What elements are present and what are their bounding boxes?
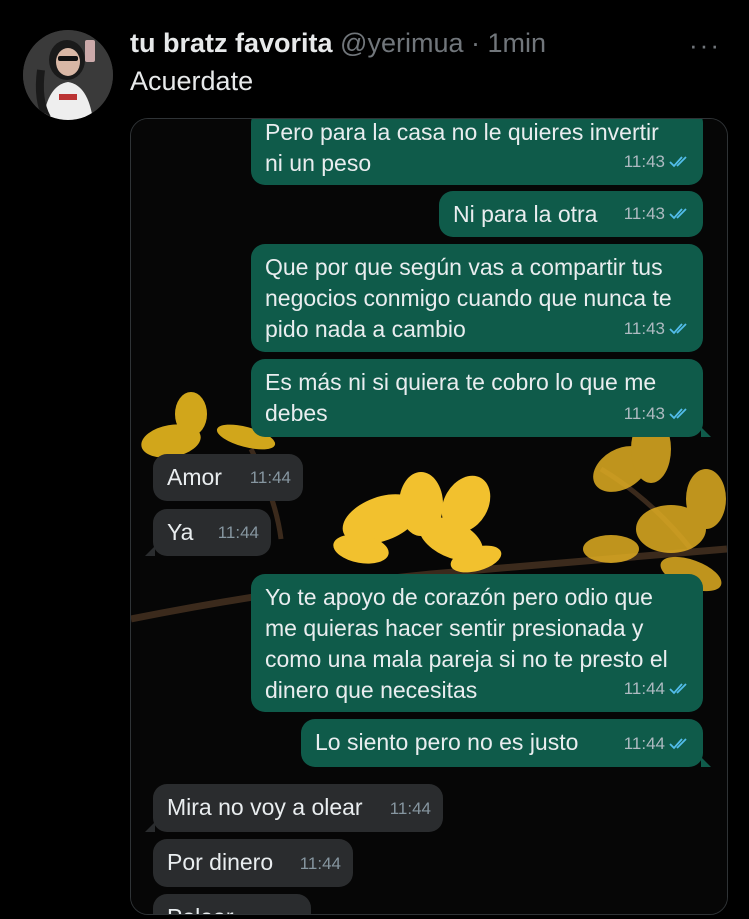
double-check-icon bbox=[669, 208, 687, 220]
bubble-tail bbox=[145, 822, 155, 832]
message-line: Pero para la casa no le quieres invertir bbox=[265, 119, 659, 145]
message-text: Yo te apoyo de corazón pero odio que me q… bbox=[265, 582, 668, 706]
message-line: me quieras hacer sentir presionada y bbox=[265, 615, 644, 641]
message-text: Que por que según vas a compartir tus neg… bbox=[265, 252, 672, 345]
double-check-icon bbox=[669, 738, 687, 750]
message-time: 11:44 bbox=[217, 523, 259, 542]
user-handle[interactable]: @yerimua bbox=[340, 28, 463, 58]
tweet-media-screenshot[interactable]: Pero para la casa no le quieres invertir… bbox=[130, 118, 728, 915]
message-meta: 11:44 bbox=[218, 517, 259, 548]
message-meta: 11:43 bbox=[624, 398, 691, 429]
outgoing-message-bubble[interactable]: Pero para la casa no le quieres invertir… bbox=[251, 119, 703, 185]
message-meta: 11:44 bbox=[300, 848, 341, 879]
avatar[interactable] bbox=[23, 30, 113, 120]
display-name[interactable]: tu bratz favorita bbox=[130, 28, 333, 58]
message-line: debes bbox=[265, 400, 328, 426]
message-meta: 11:43 bbox=[624, 198, 691, 229]
message-line: Mira no voy a olear bbox=[167, 794, 363, 820]
message-line: dinero que necesitas bbox=[265, 677, 478, 703]
incoming-message-bubble[interactable]: Amor 11:44 bbox=[153, 454, 303, 501]
message-text: Pero para la casa no le quieres invertir… bbox=[265, 119, 659, 179]
message-time: 11:43 bbox=[623, 204, 665, 223]
message-text: Es más ni si quiera te cobro lo que me de… bbox=[265, 367, 656, 429]
outgoing-message-bubble[interactable]: Lo siento pero no es justo 11:44 bbox=[301, 719, 711, 767]
message-line: Por dinero bbox=[167, 849, 274, 875]
message-line: Amor bbox=[167, 464, 222, 490]
message-time: 11:43 bbox=[623, 152, 665, 171]
message-text: Por dinero bbox=[167, 847, 273, 878]
incoming-message-bubble[interactable]: Ya 11:44 bbox=[145, 509, 271, 556]
double-check-icon bbox=[669, 323, 687, 335]
tweet-header: tu bratz favorita @yerimua · 1min bbox=[130, 28, 546, 59]
double-check-icon bbox=[669, 683, 687, 695]
message-meta: 11:44 bbox=[624, 673, 691, 704]
outgoing-message-bubble[interactable]: Ni para la otra 11:43 bbox=[439, 191, 703, 237]
bubble-tail bbox=[701, 427, 711, 437]
message-line: ni un peso bbox=[265, 150, 372, 176]
incoming-message-bubble[interactable]: Polear bbox=[153, 894, 311, 914]
message-line: Polear bbox=[167, 902, 233, 914]
bubble-tail bbox=[145, 546, 155, 556]
message-text: Ni para la otra bbox=[453, 199, 597, 230]
outgoing-message-bubble[interactable]: Es más ni si quiera te cobro lo que me de… bbox=[251, 359, 711, 437]
message-line: pido nada a cambio bbox=[265, 316, 466, 342]
double-check-icon bbox=[669, 408, 687, 420]
message-time: 11:43 bbox=[623, 319, 665, 338]
message-text: Polear bbox=[167, 902, 233, 914]
message-text: Ya bbox=[167, 517, 193, 548]
message-text: Lo siento pero no es justo bbox=[315, 727, 578, 758]
message-time: 11:44 bbox=[623, 734, 665, 753]
message-time: 11:43 bbox=[623, 404, 665, 423]
outgoing-message-bubble[interactable]: Yo te apoyo de corazón pero odio que me q… bbox=[251, 574, 703, 712]
message-meta: 11:43 bbox=[624, 313, 691, 344]
incoming-message-bubble[interactable]: Por dinero 11:44 bbox=[153, 839, 353, 887]
tweet-time[interactable]: 1min bbox=[488, 28, 547, 58]
message-meta: 11:43 bbox=[624, 146, 691, 177]
more-options-icon[interactable]: ··· bbox=[689, 30, 721, 61]
message-line: Que por que según vas a compartir tus bbox=[265, 254, 663, 280]
tweet-text: Acuerdate bbox=[130, 66, 254, 96]
message-text: Amor bbox=[167, 462, 222, 493]
bubble-tail bbox=[701, 757, 711, 767]
message-time: 11:44 bbox=[623, 679, 665, 698]
incoming-message-bubble[interactable]: Mira no voy a olear 11:44 bbox=[145, 784, 443, 832]
message-line: Es más ni si quiera te cobro lo que me bbox=[265, 369, 657, 395]
message-time: 11:44 bbox=[389, 799, 431, 818]
outgoing-message-bubble[interactable]: Que por que según vas a compartir tus neg… bbox=[251, 244, 703, 352]
message-line: negocios conmigo cuando que nunca te bbox=[265, 285, 672, 311]
double-check-icon bbox=[669, 156, 687, 168]
message-text: Mira no voy a olear bbox=[167, 792, 363, 823]
message-line: Ni para la otra bbox=[453, 201, 598, 227]
message-meta: 11:44 bbox=[390, 793, 431, 824]
separator: · bbox=[471, 28, 481, 58]
message-time: 11:44 bbox=[299, 854, 341, 873]
message-line: como una mala pareja si no te presto el bbox=[265, 646, 668, 672]
message-meta: 11:44 bbox=[624, 728, 691, 759]
message-time: 11:44 bbox=[249, 468, 291, 487]
message-meta: 11:44 bbox=[250, 462, 291, 493]
message-line: Ya bbox=[167, 519, 194, 545]
message-line: Yo te apoyo de corazón pero odio que bbox=[265, 584, 653, 610]
message-line: Lo siento pero no es justo bbox=[315, 729, 579, 755]
